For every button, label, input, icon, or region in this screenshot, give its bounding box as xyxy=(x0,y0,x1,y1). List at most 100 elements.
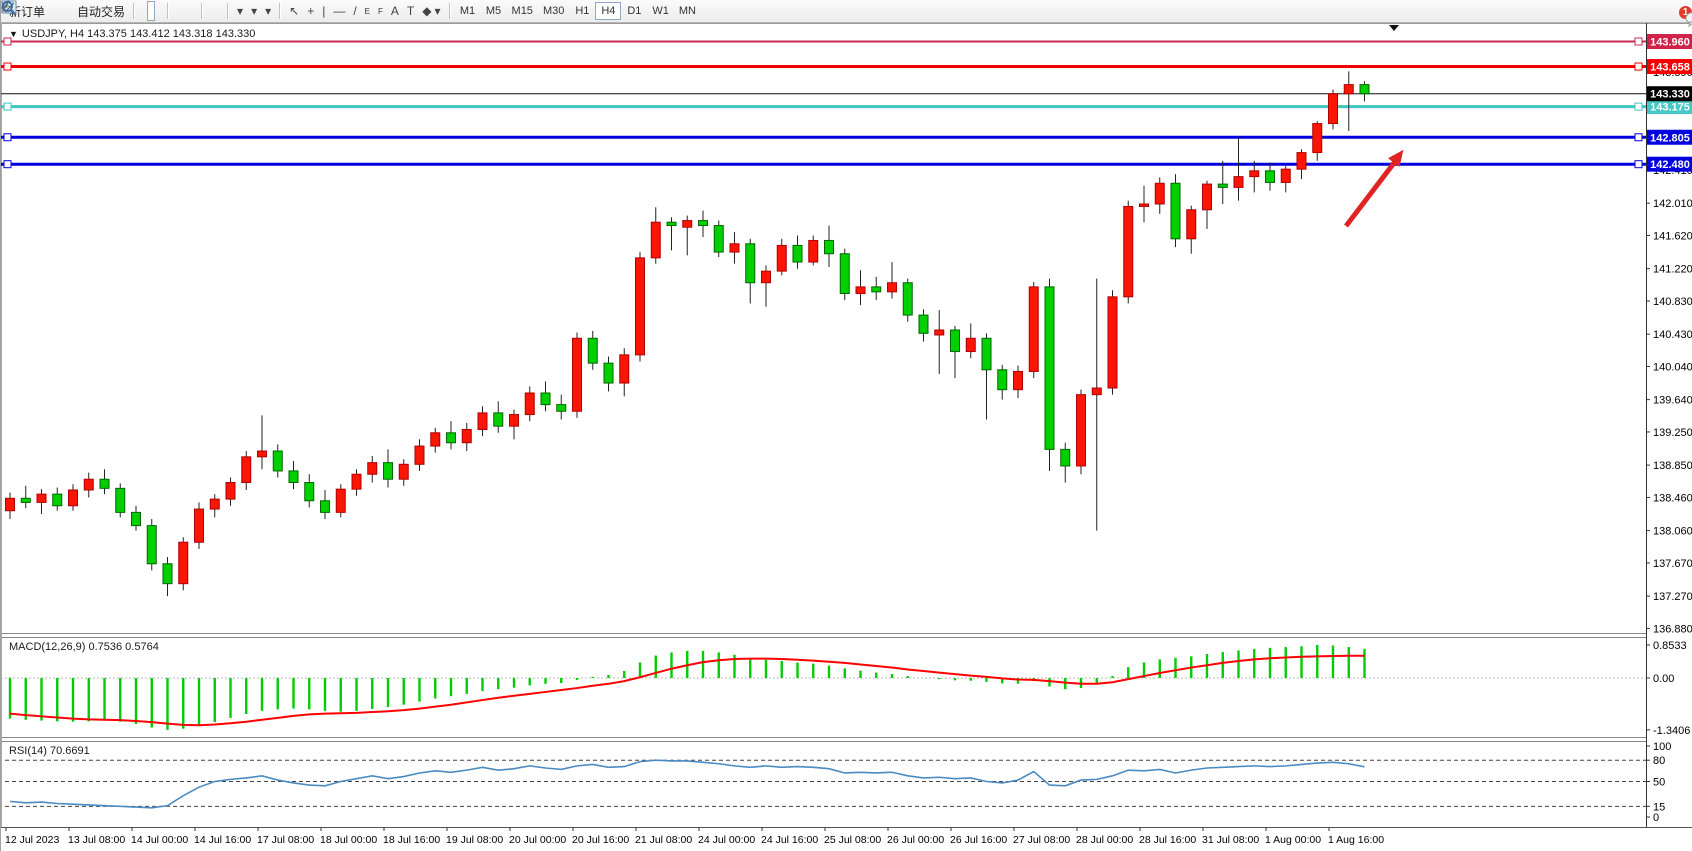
candle-body xyxy=(352,474,361,489)
candle-body xyxy=(258,451,267,457)
candle-body xyxy=(888,283,897,292)
add-indicator-button[interactable]: ▾ xyxy=(233,1,247,21)
candle-body xyxy=(1124,206,1133,296)
candle-body xyxy=(998,370,1007,390)
candle-body xyxy=(604,363,613,383)
text-label-tool-button[interactable]: T xyxy=(403,1,418,21)
candle-body xyxy=(116,488,125,512)
line-chart-button[interactable] xyxy=(155,1,163,21)
price-tag: 142.805 xyxy=(1650,132,1690,144)
candle-body xyxy=(447,433,456,443)
profile-next-button[interactable] xyxy=(207,1,215,21)
line-handle[interactable] xyxy=(1635,103,1642,110)
svg-text:-1.3406: -1.3406 xyxy=(1653,725,1690,737)
time-label: 20 Jul 16:00 xyxy=(572,834,629,846)
candle-body xyxy=(6,498,15,510)
zoom-in-button[interactable] xyxy=(173,1,181,21)
candle-body xyxy=(777,245,786,271)
svg-text:0.00: 0.00 xyxy=(1653,673,1674,685)
timeframe-group: M1M5M15M30H1H4D1W1MN xyxy=(455,0,701,22)
navigator-button[interactable] xyxy=(57,1,65,21)
timeframe-m15-button[interactable]: M15 xyxy=(507,2,538,20)
line-handle[interactable] xyxy=(1635,161,1642,168)
vertical-line-tool-button[interactable]: | xyxy=(318,1,329,21)
line-handle[interactable] xyxy=(4,161,11,168)
svg-text:142.010: 142.010 xyxy=(1653,198,1692,210)
line-handle[interactable] xyxy=(4,103,11,110)
candle-body xyxy=(1266,171,1275,183)
timeframe-m5-button[interactable]: M5 xyxy=(481,2,507,20)
candle-body xyxy=(620,355,629,383)
svg-text:137.270: 137.270 xyxy=(1653,591,1692,603)
search-icon xyxy=(1,0,17,16)
candle-body xyxy=(573,338,582,411)
zoom-out-button[interactable] xyxy=(181,1,189,21)
timeframe-d1-button[interactable]: D1 xyxy=(621,2,647,20)
bar-chart-button[interactable] xyxy=(139,1,147,21)
horizontal-line-tool-button[interactable]: — xyxy=(329,1,349,21)
fibonacci-tool-button[interactable]: F xyxy=(374,1,387,21)
search-button[interactable] xyxy=(1669,1,1677,21)
candle-body xyxy=(588,338,597,363)
auto-trading-button[interactable]: 自动交易 xyxy=(73,1,129,21)
candle-body xyxy=(305,483,314,501)
shapes-icon: ◆ xyxy=(422,5,431,17)
candle-body xyxy=(1077,395,1086,466)
arrows-tool-button[interactable]: ◆▾ xyxy=(418,1,444,21)
candle-body xyxy=(730,244,739,252)
candle-body xyxy=(510,415,519,427)
candle-body xyxy=(809,240,818,262)
candle-body xyxy=(478,413,487,430)
template-button[interactable]: ▾ xyxy=(261,1,275,21)
line-handle[interactable] xyxy=(4,38,11,45)
timeframe-h4-button[interactable]: H4 xyxy=(595,2,621,20)
candle-body xyxy=(494,413,503,426)
terminal-button[interactable] xyxy=(65,1,73,21)
svg-text:139.640: 139.640 xyxy=(1653,395,1692,407)
candle-body xyxy=(273,451,282,471)
timeframe-h1-button[interactable]: H1 xyxy=(569,2,595,20)
timeframe-m30-button[interactable]: M30 xyxy=(538,2,569,20)
text-tool-button[interactable]: A xyxy=(387,1,403,21)
candle-body xyxy=(368,463,377,475)
trendline-tool-button[interactable]: / xyxy=(349,1,360,21)
candle-body xyxy=(1108,297,1117,388)
timeframe-mn-button[interactable]: MN xyxy=(674,2,701,20)
channel-tool-button[interactable]: E xyxy=(361,1,374,21)
svg-text:100: 100 xyxy=(1653,741,1671,753)
candle-body xyxy=(226,483,235,500)
candle-body xyxy=(100,479,109,488)
crosshair-tool-button[interactable]: + xyxy=(303,1,318,21)
period-button[interactable]: ▾ xyxy=(247,1,261,21)
candle-body xyxy=(1140,204,1149,206)
candle-body xyxy=(1092,388,1101,395)
line-handle[interactable] xyxy=(1635,38,1642,45)
profile-prev-button[interactable] xyxy=(215,1,223,21)
svg-text:140.430: 140.430 xyxy=(1653,329,1692,341)
cursor-icon: ↖ xyxy=(289,5,299,17)
line-handle[interactable] xyxy=(1635,63,1642,70)
timeframe-m1-button[interactable]: M1 xyxy=(455,2,481,20)
price-tag: 143.960 xyxy=(1650,37,1690,49)
time-label: 14 Jul 16:00 xyxy=(194,834,251,846)
line-handle[interactable] xyxy=(4,134,11,141)
cursor-tool-button[interactable]: ↖ xyxy=(285,1,303,21)
tile-windows-button[interactable] xyxy=(189,1,197,21)
candle-body xyxy=(872,287,881,292)
market-watch-button[interactable] xyxy=(49,1,57,21)
candle-body xyxy=(1029,287,1038,372)
line-handle[interactable] xyxy=(4,63,11,70)
candle-body xyxy=(289,471,298,483)
chart-canvas[interactable]: 143.980143.590143.200142.800142.410142.0… xyxy=(1,0,1692,851)
candlestick-chart-button[interactable] xyxy=(147,1,155,21)
candle-body xyxy=(37,494,46,502)
candle-body xyxy=(415,446,424,464)
time-label: 1 Aug 00:00 xyxy=(1265,834,1321,846)
timeframe-w1-button[interactable]: W1 xyxy=(647,2,674,20)
line-handle[interactable] xyxy=(1635,134,1642,141)
candle-body xyxy=(541,393,550,405)
time-label: 28 Jul 16:00 xyxy=(1139,834,1196,846)
svg-text:139.250: 139.250 xyxy=(1653,427,1692,439)
time-label: 24 Jul 00:00 xyxy=(698,834,755,846)
candle-body xyxy=(321,501,330,513)
